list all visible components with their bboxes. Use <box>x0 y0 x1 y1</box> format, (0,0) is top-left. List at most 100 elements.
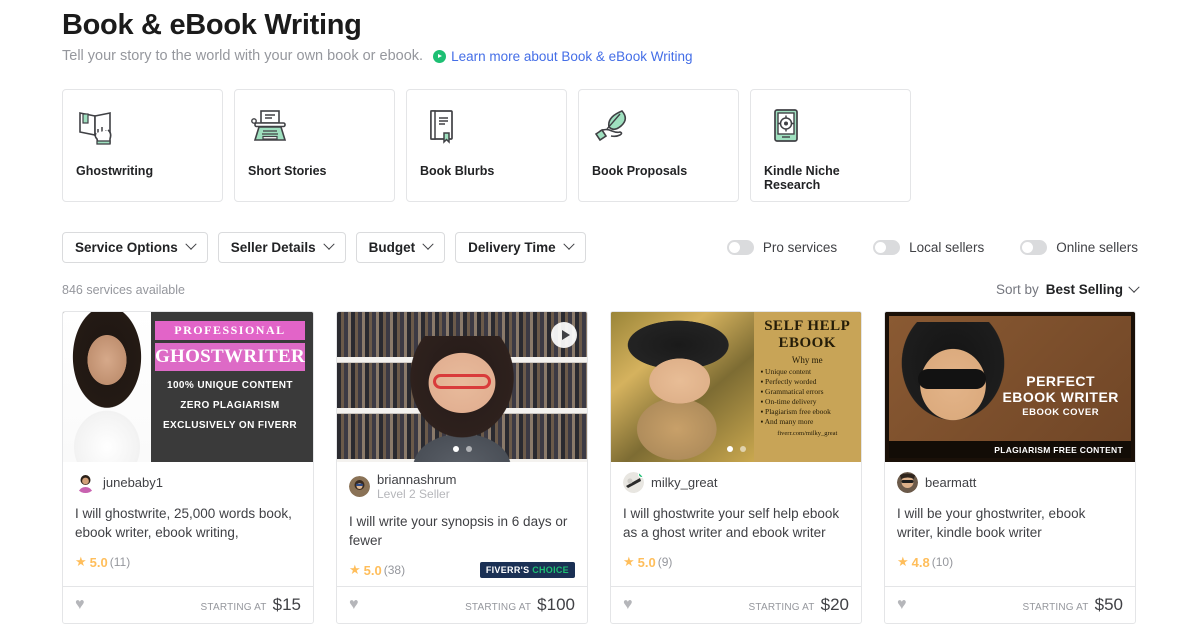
typewriter-icon <box>248 104 381 150</box>
carousel-dot[interactable] <box>465 446 472 452</box>
rating-count: (38) <box>383 563 406 577</box>
avatar <box>897 472 918 493</box>
gig-price: $20 <box>820 595 849 614</box>
starting-at-label: STARTING AT <box>1022 602 1089 613</box>
gig-body: milky_great I will ghostwrite your self … <box>611 462 861 586</box>
play-circle-icon <box>433 49 447 63</box>
toggle-switch[interactable] <box>726 239 754 255</box>
subcategory-label: Book Proposals <box>592 164 688 178</box>
filter-delivery-time[interactable]: Delivery Time <box>455 231 586 263</box>
gig-card[interactable]: PERFECT EBOOK WRITER EBOOK COVER PLAGIAR… <box>884 311 1136 624</box>
fiverrs-choice-badge: FIVERR'S CHOICE <box>479 562 575 578</box>
rating-row: ★ 5.0 (9) <box>623 554 849 570</box>
results-meta: 846 services available Sort by Best Sell… <box>62 281 1140 297</box>
chevron-down-icon <box>185 238 197 250</box>
rating-row: ★ 4.8 (10) <box>897 554 1123 570</box>
gig-footer: ♥ STARTING AT $50 <box>885 586 1135 623</box>
subcategory-card-book-proposals[interactable]: Book Proposals <box>578 89 739 202</box>
seller-name: bearmatt <box>925 475 977 490</box>
thumb-line1: PROFESSIONAL <box>154 321 305 340</box>
carousel-dot[interactable] <box>726 446 733 452</box>
thumbnail-art-video-bookshelf <box>337 312 587 462</box>
carousel-dot[interactable] <box>739 446 746 452</box>
filter-seller-details[interactable]: Seller Details <box>217 231 346 263</box>
rating-count: (10) <box>931 555 954 569</box>
gig-title: I will be your ghostwriter, ebook writer… <box>897 506 1086 540</box>
seller-row[interactable]: junebaby1 <box>75 472 301 493</box>
learn-more-label: Learn more about Book & eBook Writing <box>451 48 693 64</box>
seller-row[interactable]: milky_great <box>623 472 849 493</box>
chevron-down-icon <box>422 238 434 250</box>
results-count: 846 services available <box>62 282 185 297</box>
filter-label: Seller Details <box>230 239 316 255</box>
toggle-pro-services[interactable]: Pro services <box>726 239 837 255</box>
gig-thumbnail[interactable]: PERFECT EBOOK WRITER EBOOK COVER PLAGIAR… <box>885 312 1135 462</box>
gig-card[interactable]: briannashrum Level 2 Seller I will write… <box>336 311 588 624</box>
rating-value: 4.8 <box>911 554 930 570</box>
hand-feather-icon <box>592 104 725 150</box>
gig-title: I will ghostwrite, 25,000 words book, eb… <box>75 506 292 540</box>
carousel-dots <box>611 446 861 452</box>
gig-price: $50 <box>1094 595 1123 614</box>
filter-service-options[interactable]: Service Options <box>62 231 208 263</box>
subcategory-card-short-stories[interactable]: Short Stories <box>234 89 395 202</box>
subcategory-label: Book Blurbs <box>420 164 495 178</box>
star-icon: ★ <box>897 554 909 569</box>
starting-at-label: STARTING AT <box>465 602 532 613</box>
gig-thumbnail[interactable] <box>337 312 587 462</box>
filter-label: Service Options <box>75 239 178 255</box>
toggle-online-sellers[interactable]: Online sellers <box>1020 239 1138 255</box>
thumb-bullet: ZERO PLAGIARISM <box>180 400 280 411</box>
thumb-bullet: 100% UNIQUE CONTENT <box>166 380 293 391</box>
price-block: STARTING AT $50 <box>1023 595 1123 615</box>
thumb-bullet: Unique content <box>761 367 858 377</box>
sort-control[interactable]: Sort by Best Selling <box>995 281 1140 297</box>
subcategory-card-ghostwriting[interactable]: Ghostwriting <box>62 89 223 202</box>
gig-title: I will ghostwrite your self help ebook a… <box>623 506 840 540</box>
thumbnail-art-ghostwriter-promo: PROFESSIONAL GHOSTWRITER 100% UNIQUE CON… <box>63 312 313 462</box>
avatar <box>623 472 644 493</box>
page-title: Book & eBook Writing <box>62 9 362 41</box>
learn-more-link[interactable]: Learn more about Book & eBook Writing <box>433 49 692 64</box>
seller-row[interactable]: bearmatt <box>897 472 1123 493</box>
subcategory-card-book-blurbs[interactable]: Book Blurbs <box>406 89 567 202</box>
subcategory-label: Ghostwriting <box>76 164 154 178</box>
toggle-local-sellers[interactable]: Local sellers <box>873 239 985 255</box>
rating-count: (11) <box>109 555 131 569</box>
thumb-line1: PERFECT <box>1026 372 1096 389</box>
heart-icon[interactable]: ♥ <box>897 596 907 614</box>
gig-footer: ♥ STARTING AT $100 <box>337 586 587 623</box>
chevron-down-icon <box>322 238 335 250</box>
gig-thumbnail[interactable]: PROFESSIONAL GHOSTWRITER 100% UNIQUE CON… <box>63 312 313 462</box>
heart-icon[interactable]: ♥ <box>623 596 633 614</box>
thumb-line3: EBOOK COVER <box>1022 406 1100 418</box>
avatar <box>75 472 96 493</box>
tablet-target-icon <box>764 104 897 150</box>
heart-icon[interactable]: ♥ <box>349 596 359 614</box>
sort-value: Best Selling <box>1045 282 1123 297</box>
thumbnail-photo <box>611 312 754 462</box>
gig-body: briannashrum Level 2 Seller I will write… <box>337 462 587 586</box>
gig-card[interactable]: PROFESSIONAL GHOSTWRITER 100% UNIQUE CON… <box>62 311 314 624</box>
gig-card[interactable]: SELF HELP EBOOK Why me Unique content Pe… <box>610 311 862 624</box>
thumbnail-photo <box>63 312 151 462</box>
toggle-switch[interactable] <box>1020 239 1048 255</box>
rating-value: 5.0 <box>637 554 656 570</box>
video-play-button[interactable] <box>551 322 577 348</box>
thumb-why: Why me <box>791 355 823 365</box>
seller-row[interactable]: briannashrum Level 2 Seller <box>349 472 575 501</box>
heart-icon[interactable]: ♥ <box>75 596 85 614</box>
thumb-bullet: Perfectly worded <box>761 377 858 387</box>
subcategory-card-kindle-niche-research[interactable]: Kindle Niche Research <box>750 89 911 202</box>
gig-thumbnail[interactable]: SELF HELP EBOOK Why me Unique content Pe… <box>611 312 861 462</box>
toggle-switch[interactable] <box>873 239 901 255</box>
thumbnail-photo <box>896 321 1010 458</box>
price-block: STARTING AT $100 <box>465 595 575 615</box>
avatar <box>349 476 370 497</box>
toggle-label: Local sellers <box>909 239 985 255</box>
gig-grid: PROFESSIONAL GHOSTWRITER 100% UNIQUE CON… <box>62 311 1138 624</box>
sort-prefix: Sort by <box>995 282 1039 297</box>
carousel-dot[interactable] <box>452 446 459 452</box>
subcategory-label: Short Stories <box>248 164 327 178</box>
filter-budget[interactable]: Budget <box>355 231 446 263</box>
